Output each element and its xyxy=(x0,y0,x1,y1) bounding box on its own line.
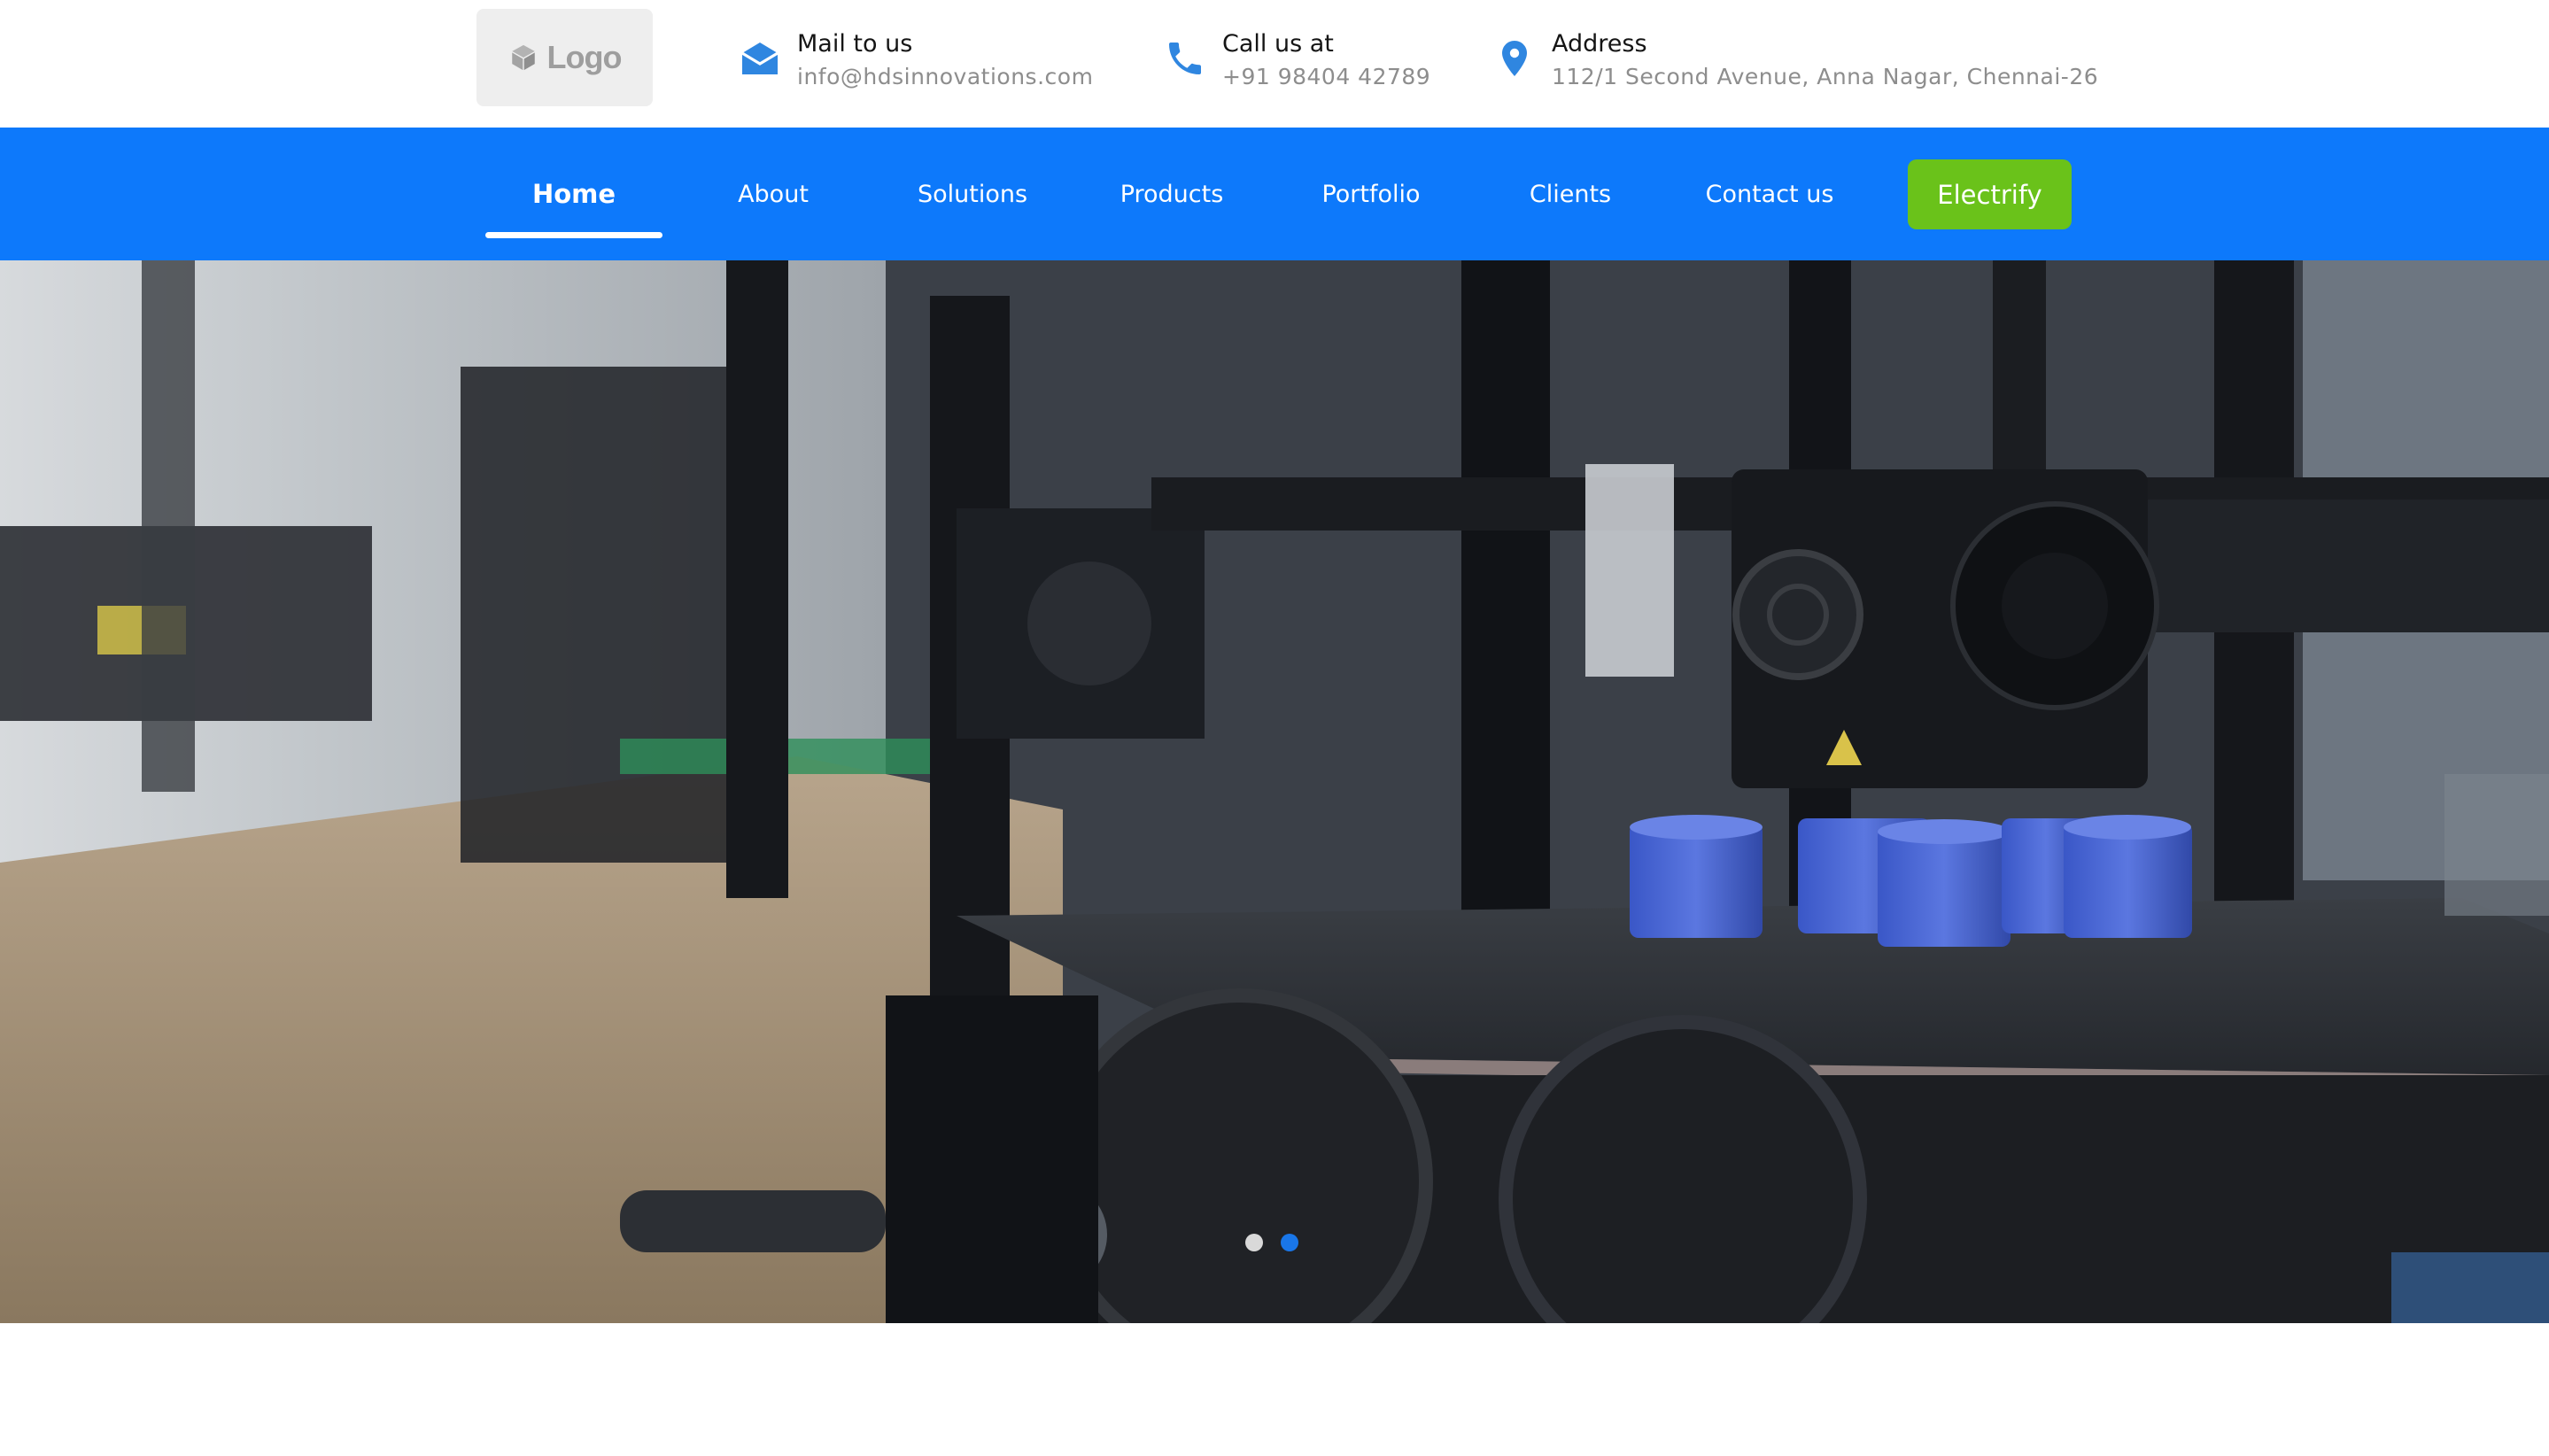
contact-mail: Mail to us info@hdsinnovations.com xyxy=(739,27,1093,92)
address-label: Address xyxy=(1552,30,1647,58)
mail-label: Mail to us xyxy=(797,30,913,58)
nav-home[interactable]: Home xyxy=(485,128,662,260)
main-nav: Home About Solutions Products Portfolio … xyxy=(0,128,2549,260)
mail-icon xyxy=(741,43,779,74)
nav-products[interactable]: Products xyxy=(1083,128,1260,260)
contact-address: Address 112/1 Second Avenue, Anna Nagar,… xyxy=(1493,27,2098,92)
contact-phone: Call us at +91 98404 42789 xyxy=(1164,27,1430,92)
location-pin-icon xyxy=(1502,41,1527,76)
address-value: 112/1 Second Avenue, Anna Nagar, Chennai… xyxy=(1552,64,2099,89)
phone-label: Call us at xyxy=(1222,30,1334,58)
nav-active-indicator xyxy=(485,232,662,238)
cube-icon xyxy=(511,44,535,71)
slider-dots xyxy=(1245,1234,1298,1251)
phone-value[interactable]: +91 98404 42789 xyxy=(1222,62,1430,92)
3d-printer-photo xyxy=(0,260,2549,1323)
hero-image xyxy=(0,260,2549,1323)
logo[interactable]: Logo xyxy=(476,9,653,106)
nav-about[interactable]: About xyxy=(685,128,862,260)
slider-dot-1[interactable] xyxy=(1245,1234,1263,1251)
logo-text: Logo xyxy=(546,39,623,75)
nav-contact-us[interactable]: Contact us xyxy=(1681,128,1858,260)
top-info-bar: Logo Mail to us info@hdsinnovations.com … xyxy=(0,0,2549,128)
slider-dot-2[interactable] xyxy=(1281,1234,1298,1251)
content-section xyxy=(0,1323,2549,1456)
nav-portfolio[interactable]: Portfolio xyxy=(1282,128,1460,260)
electrify-button[interactable]: Electrify xyxy=(1908,159,2072,229)
phone-icon xyxy=(1169,43,1201,74)
nav-clients[interactable]: Clients xyxy=(1482,128,1659,260)
mail-value[interactable]: info@hdsinnovations.com xyxy=(797,62,1093,92)
nav-solutions[interactable]: Solutions xyxy=(884,128,1061,260)
